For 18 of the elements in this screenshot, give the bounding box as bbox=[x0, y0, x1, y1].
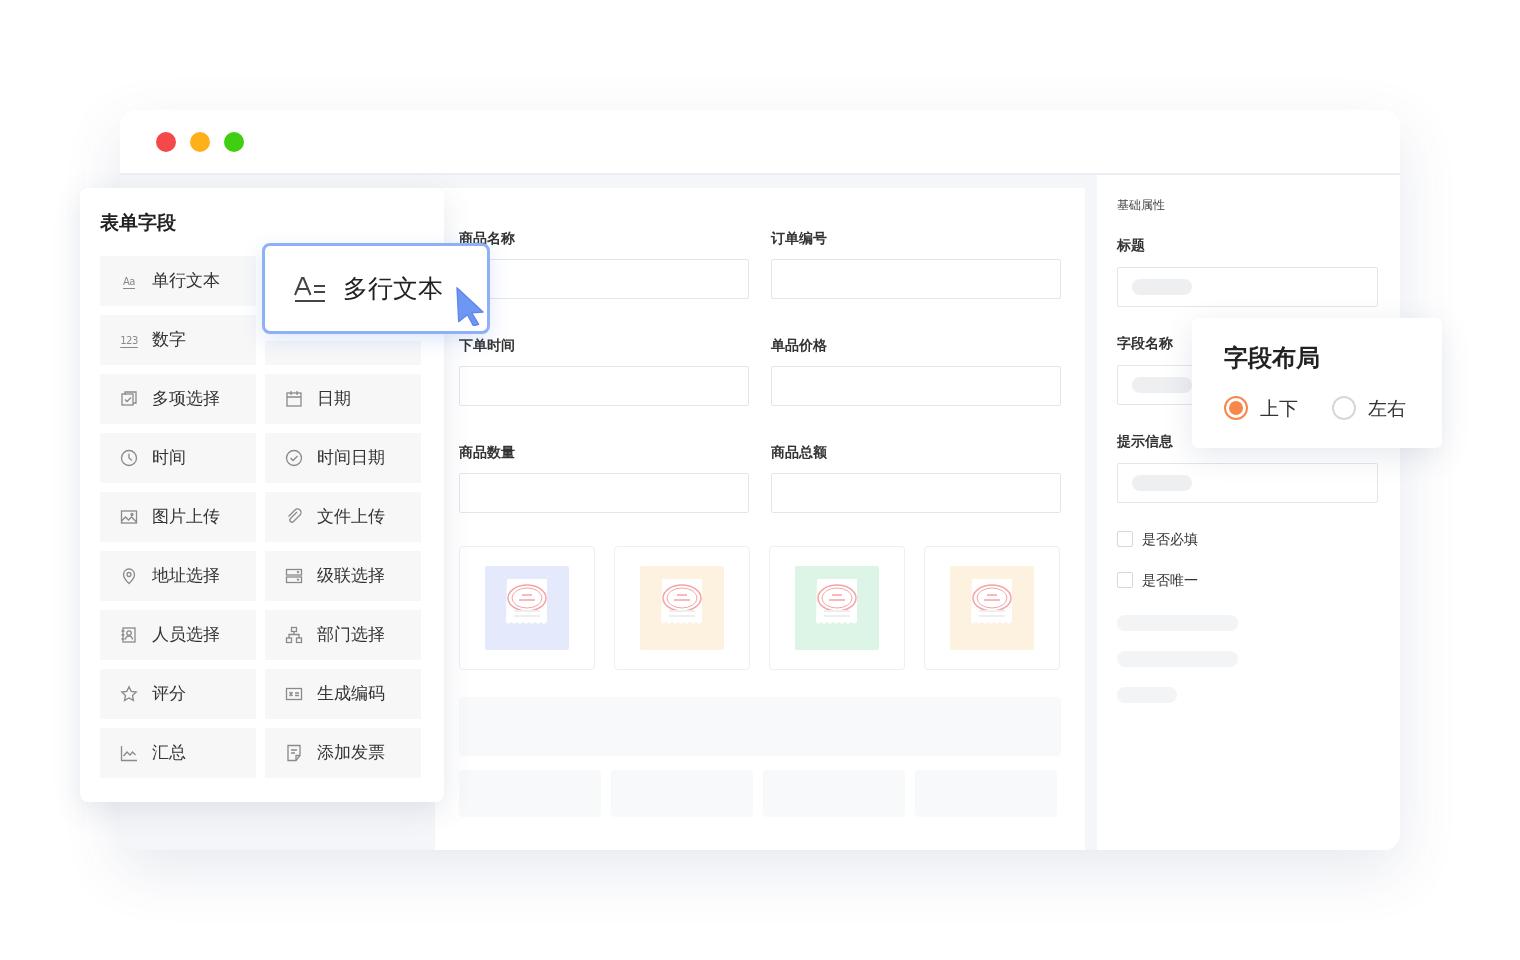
field-label: 商品总额 bbox=[771, 444, 828, 460]
radio-label: 左右 bbox=[1368, 396, 1406, 421]
field-label: 订单编号 bbox=[771, 230, 828, 246]
field-label: 下单时间 bbox=[459, 337, 516, 353]
icon-text: Aa bbox=[122, 274, 136, 289]
radio-label: 上下 bbox=[1260, 396, 1298, 421]
icon-text: 123 bbox=[120, 333, 138, 348]
popover-title: 字段布局 bbox=[1224, 343, 1321, 374]
checkbox-label: 是否必填 bbox=[1142, 529, 1198, 549]
panel-title: 表单字段 bbox=[100, 210, 177, 234]
checkbox-label: 是否唯一 bbox=[1142, 570, 1198, 590]
field-label: 多行文本 bbox=[343, 272, 443, 305]
field-label: 单品价格 bbox=[771, 337, 828, 353]
field-label: 提示信息 bbox=[1117, 432, 1174, 451]
section-title: 基础属性 bbox=[1117, 197, 1166, 213]
field-label: 标题 bbox=[1117, 236, 1146, 255]
field-label: 商品数量 bbox=[459, 444, 516, 460]
field-label: 字段名称 bbox=[1117, 334, 1174, 353]
